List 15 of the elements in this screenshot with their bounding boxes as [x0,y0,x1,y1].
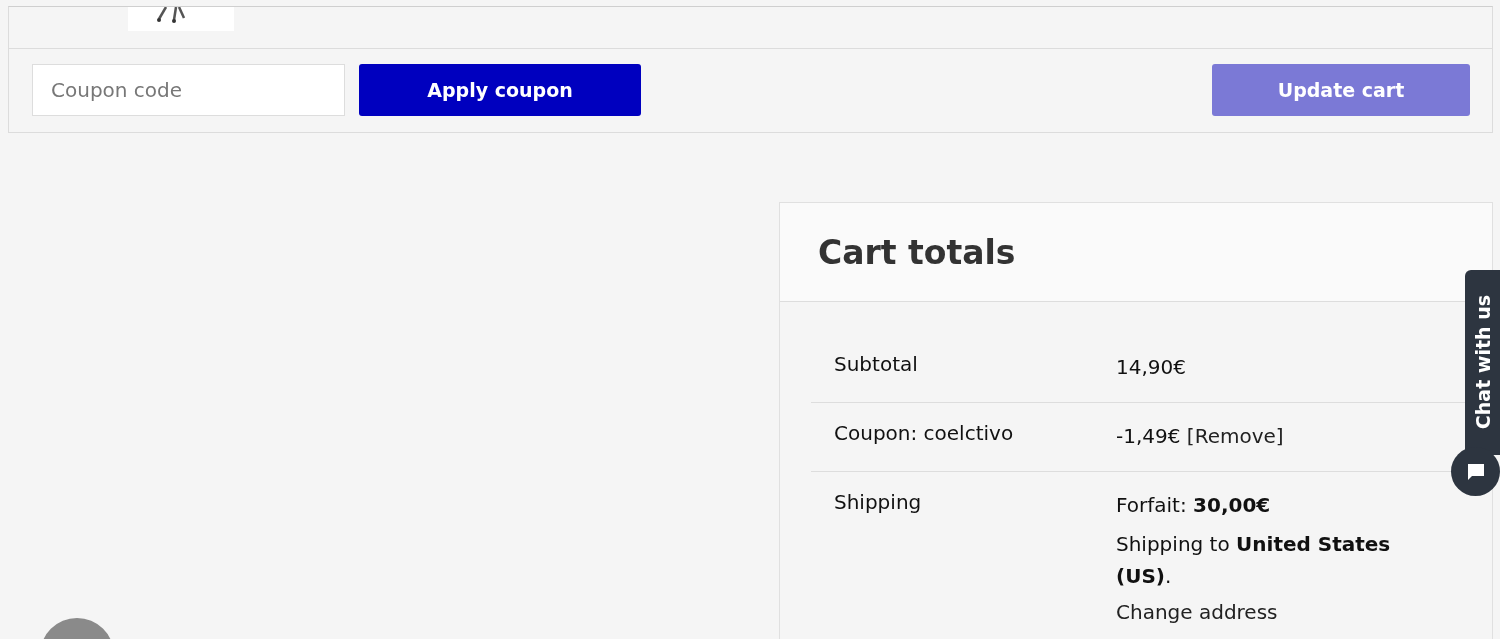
row-label: Subtotal [834,352,919,378]
row-label: Shipping [834,490,923,516]
chat-label: Chat with us [1471,295,1494,430]
apply-coupon-button[interactable]: Apply coupon [359,64,641,116]
chat-tab[interactable]: Chat with us [1465,270,1500,455]
shipping-method: Forfait: 30,00€ [1116,492,1272,519]
coupon-field[interactable]: Coupon code [32,64,345,116]
change-address-link[interactable]: Change address [1116,600,1278,624]
row-value: 14,90€ [1116,354,1187,381]
row-value: -1,49€ [1116,424,1181,448]
remove-link[interactable]: [Remove] [1186,424,1284,448]
shipping-destination: Shipping to United States (US). [1116,531,1392,590]
chat-button[interactable] [1451,447,1500,496]
row-label: Coupon: coelctivo [834,421,1015,447]
chat-bubble-icon [1465,461,1486,482]
